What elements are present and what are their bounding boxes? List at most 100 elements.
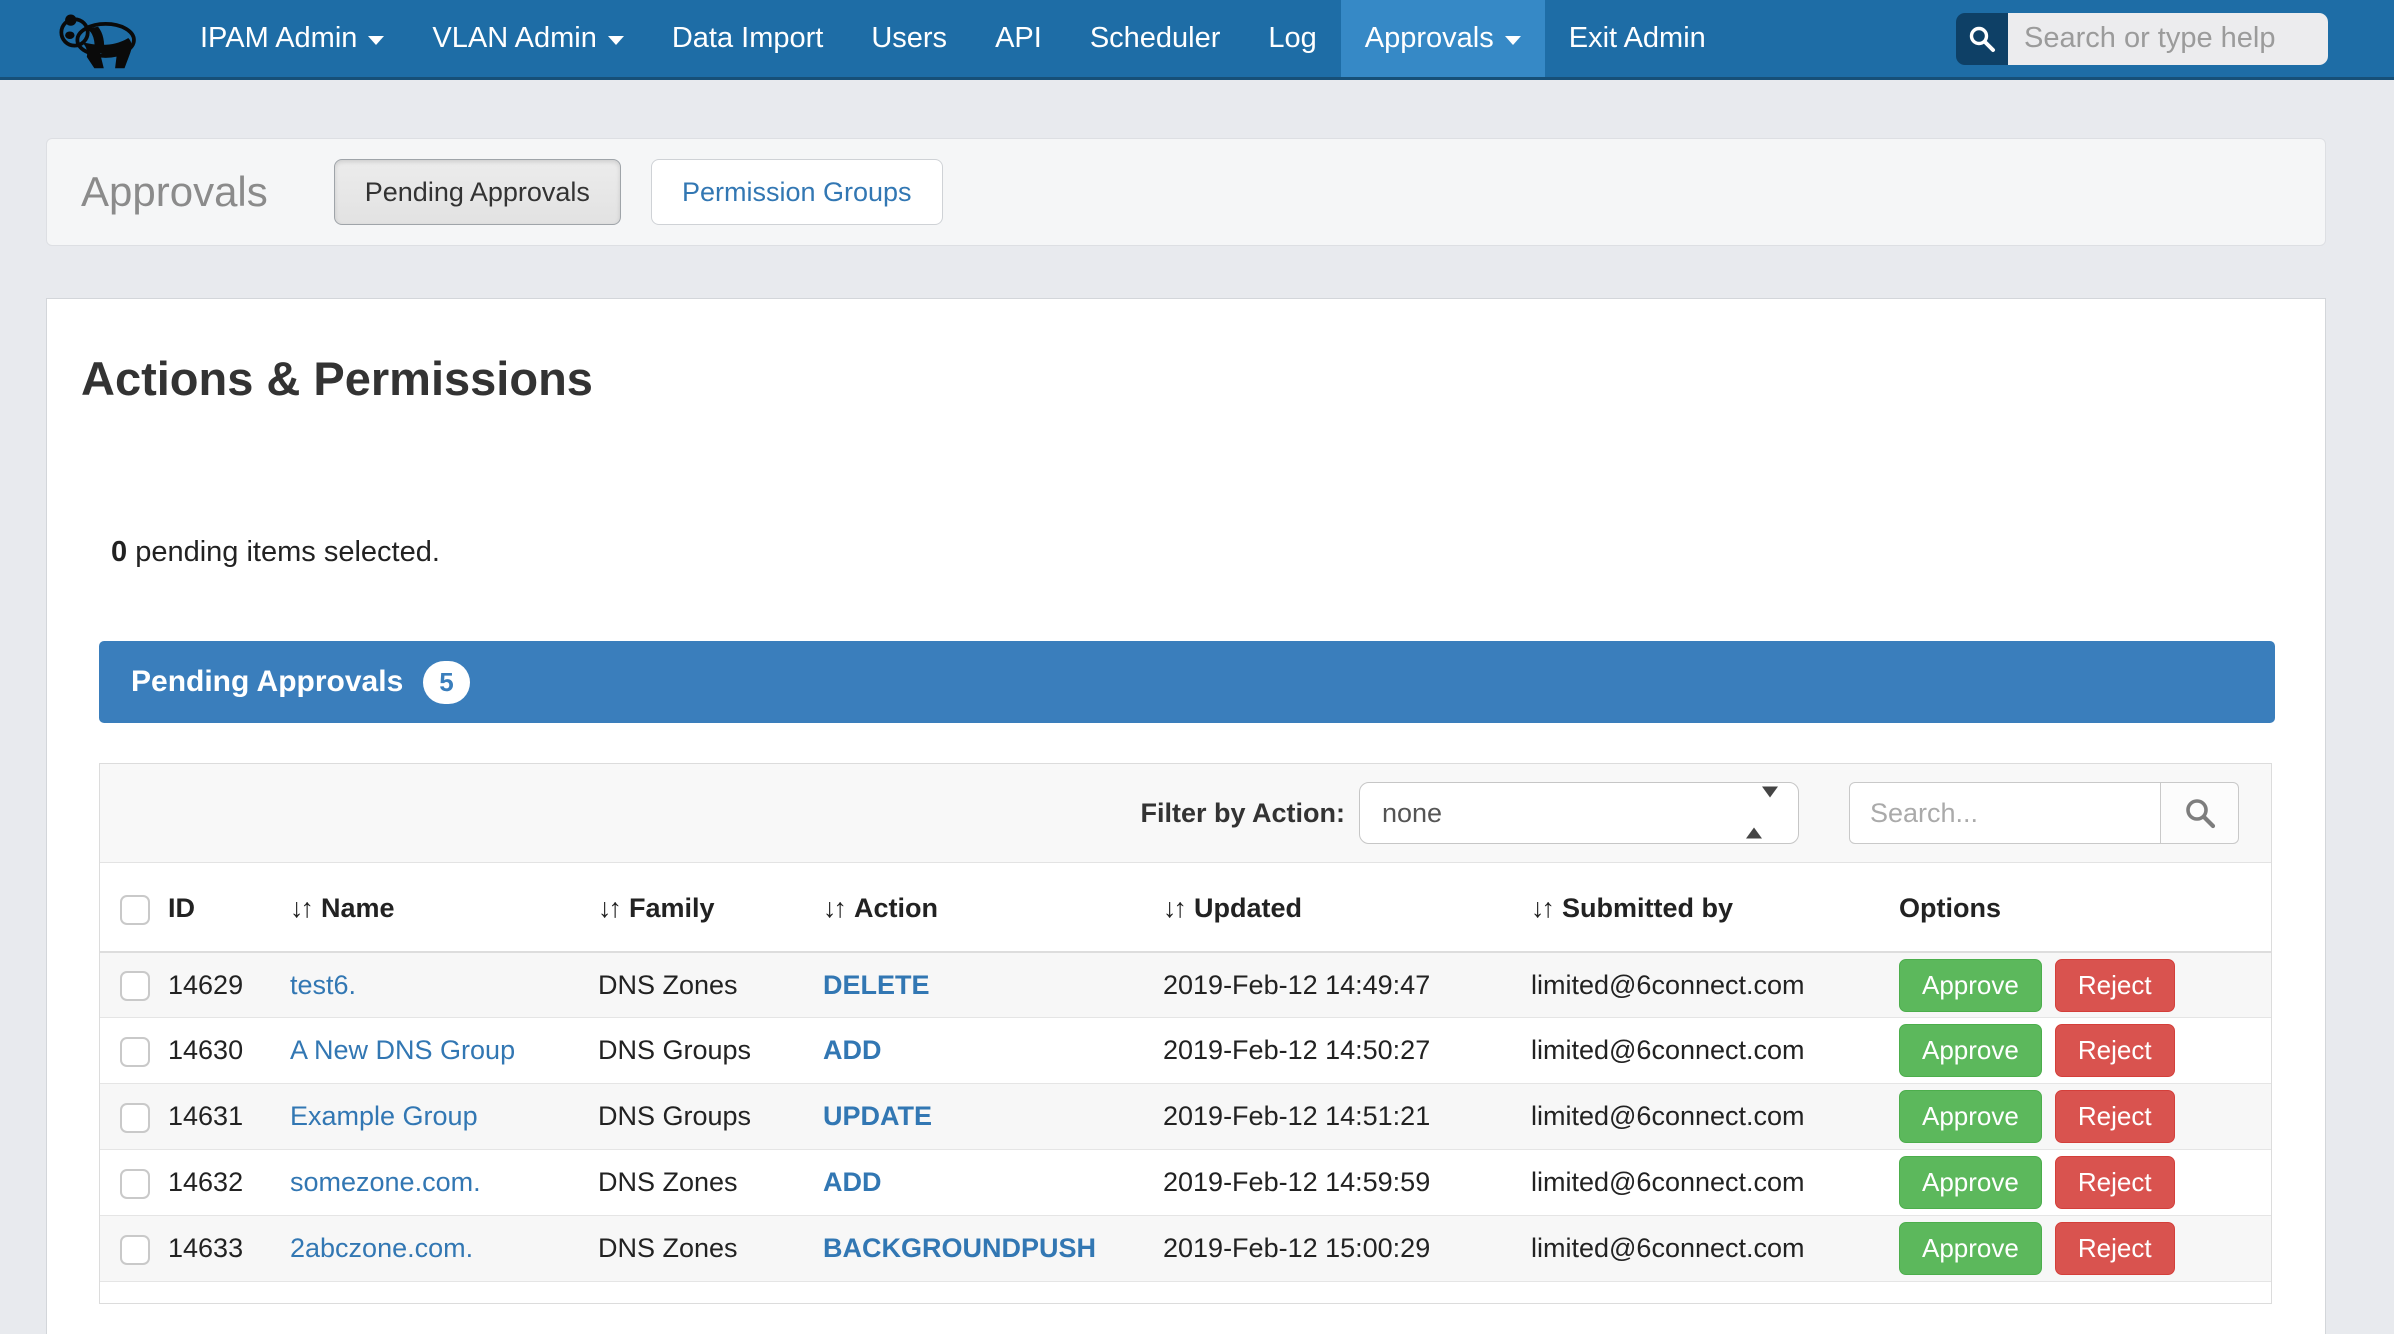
- pending-count-badge: 5: [423, 661, 469, 704]
- filter-action-selected-value: none: [1382, 798, 1442, 829]
- filter-action-select[interactable]: none: [1359, 782, 1799, 844]
- panda-logo-icon: [50, 0, 150, 77]
- cell-name-link[interactable]: test6.: [290, 970, 356, 1000]
- cell-action: ADD: [823, 1167, 882, 1197]
- nav-item-vlan-admin[interactable]: VLAN Admin: [408, 0, 647, 77]
- cell-submitted-by: limited@6connect.com: [1531, 952, 1899, 1018]
- sort-icon: ↓↑: [1163, 893, 1184, 923]
- table-search-button[interactable]: [2161, 782, 2239, 844]
- sort-icon: ↓↑: [823, 893, 844, 923]
- pending-approvals-table: ID ↓↑Name ↓↑Family ↓↑Action ↓↑Updated ↓↑…: [100, 863, 2271, 1282]
- nav-item-log[interactable]: Log: [1244, 0, 1340, 77]
- section-heading: Actions & Permissions: [81, 299, 2325, 406]
- cell-id: 14630: [168, 1018, 290, 1084]
- col-header-id: ID: [168, 863, 290, 952]
- filter-by-action-label: Filter by Action:: [1140, 798, 1345, 829]
- cell-id: 14633: [168, 1216, 290, 1282]
- table-row: 14631 Example Group DNS Groups UPDATE 20…: [100, 1084, 2271, 1150]
- approve-button[interactable]: Approve: [1899, 1156, 2042, 1209]
- table-row: 14630 A New DNS Group DNS Groups ADD 201…: [100, 1018, 2271, 1084]
- cell-updated: 2019-Feb-12 14:50:27: [1163, 1018, 1531, 1084]
- row-checkbox[interactable]: [120, 1103, 150, 1133]
- cell-family: DNS Zones: [598, 952, 823, 1018]
- table-search-input[interactable]: [1849, 782, 2161, 844]
- cell-submitted-by: limited@6connect.com: [1531, 1216, 1899, 1282]
- table-row: 14629 test6. DNS Zones DELETE 2019-Feb-1…: [100, 952, 2271, 1018]
- row-checkbox[interactable]: [120, 971, 150, 1001]
- cell-action: ADD: [823, 1035, 882, 1065]
- global-search: [1956, 13, 2328, 65]
- approve-button[interactable]: Approve: [1899, 959, 2042, 1012]
- col-header-family[interactable]: ↓↑Family: [598, 863, 823, 952]
- panel-title: Pending Approvals: [131, 665, 403, 699]
- cell-family: DNS Groups: [598, 1018, 823, 1084]
- row-checkbox[interactable]: [120, 1169, 150, 1199]
- nav-item-ipam-admin[interactable]: IPAM Admin: [176, 0, 408, 77]
- sort-icon: ↓↑: [598, 893, 619, 923]
- cell-name-link[interactable]: somezone.com.: [290, 1167, 481, 1197]
- approve-button[interactable]: Approve: [1899, 1090, 2042, 1143]
- col-header-submitted-by[interactable]: ↓↑Submitted by: [1531, 863, 1899, 952]
- reject-button[interactable]: Reject: [2055, 1222, 2175, 1275]
- cell-updated: 2019-Feb-12 15:00:29: [1163, 1216, 1531, 1282]
- selected-count: 0: [111, 536, 127, 568]
- col-header-updated[interactable]: ↓↑Updated: [1163, 863, 1531, 952]
- global-search-input[interactable]: [2008, 13, 2328, 65]
- col-header-name[interactable]: ↓↑Name: [290, 863, 598, 952]
- cell-id: 14629: [168, 952, 290, 1018]
- cell-name-link[interactable]: A New DNS Group: [290, 1035, 515, 1065]
- cell-action: DELETE: [823, 970, 930, 1000]
- sort-icon: ↓↑: [290, 893, 311, 923]
- caret-down-icon: [368, 36, 384, 45]
- cell-id: 14632: [168, 1150, 290, 1216]
- cell-family: DNS Groups: [598, 1084, 823, 1150]
- cell-name-link[interactable]: Example Group: [290, 1101, 478, 1131]
- tab-permission-groups[interactable]: Permission Groups: [651, 159, 943, 225]
- cell-action: BACKGROUNDPUSH: [823, 1233, 1096, 1263]
- reject-button[interactable]: Reject: [2055, 1090, 2175, 1143]
- approve-button[interactable]: Approve: [1899, 1222, 2042, 1275]
- table-row: 14633 2abczone.com. DNS Zones BACKGROUND…: [100, 1216, 2271, 1282]
- cell-updated: 2019-Feb-12 14:59:59: [1163, 1150, 1531, 1216]
- selected-count-text: pending items selected.: [135, 536, 440, 568]
- cell-action: UPDATE: [823, 1101, 932, 1131]
- cell-family: DNS Zones: [598, 1216, 823, 1282]
- cell-updated: 2019-Feb-12 14:51:21: [1163, 1084, 1531, 1150]
- nav-item-api[interactable]: API: [971, 0, 1066, 77]
- cell-submitted-by: limited@6connect.com: [1531, 1084, 1899, 1150]
- table-footer-spacer: [100, 1282, 2271, 1303]
- caret-down-icon: [608, 36, 624, 45]
- row-checkbox[interactable]: [120, 1037, 150, 1067]
- caret-down-icon: [1505, 36, 1521, 45]
- table-search-group: [1849, 782, 2239, 844]
- cell-submitted-by: limited@6connect.com: [1531, 1018, 1899, 1084]
- pending-approvals-titlebar: Pending Approvals 5: [99, 641, 2275, 723]
- cell-updated: 2019-Feb-12 14:49:47: [1163, 952, 1531, 1018]
- page-title: Approvals: [81, 168, 268, 216]
- cell-id: 14631: [168, 1084, 290, 1150]
- tab-pending-approvals[interactable]: Pending Approvals: [334, 159, 621, 225]
- nav-item-approvals[interactable]: Approvals: [1341, 0, 1545, 77]
- nav-item-users[interactable]: Users: [847, 0, 971, 77]
- reject-button[interactable]: Reject: [2055, 1024, 2175, 1077]
- row-checkbox[interactable]: [120, 1235, 150, 1265]
- approve-button[interactable]: Approve: [1899, 1024, 2042, 1077]
- col-header-options: Options: [1899, 863, 2271, 952]
- page-header-strip: Approvals Pending Approvals Permission G…: [46, 138, 2326, 246]
- nav-item-scheduler[interactable]: Scheduler: [1066, 0, 1245, 77]
- filter-bar: Filter by Action: none: [100, 764, 2271, 863]
- select-all-checkbox[interactable]: [120, 895, 150, 925]
- selected-count-line: 0 pending items selected.: [111, 536, 2325, 569]
- reject-button[interactable]: Reject: [2055, 1156, 2175, 1209]
- sort-icon: ↓↑: [1531, 893, 1552, 923]
- nav-item-exit-admin[interactable]: Exit Admin: [1545, 0, 1730, 77]
- reject-button[interactable]: Reject: [2055, 959, 2175, 1012]
- col-header-action[interactable]: ↓↑Action: [823, 863, 1163, 952]
- main-panel: Actions & Permissions 0 pending items se…: [46, 298, 2326, 1334]
- nav-item-data-import[interactable]: Data Import: [648, 0, 848, 77]
- table-header-row: ID ↓↑Name ↓↑Family ↓↑Action ↓↑Updated ↓↑…: [100, 863, 2271, 952]
- search-icon[interactable]: [1956, 13, 2008, 65]
- nav-menu: IPAM Admin VLAN Admin Data Import Users …: [176, 0, 1730, 77]
- cell-name-link[interactable]: 2abczone.com.: [290, 1233, 473, 1263]
- approvals-table-container: Filter by Action: none: [99, 763, 2272, 1304]
